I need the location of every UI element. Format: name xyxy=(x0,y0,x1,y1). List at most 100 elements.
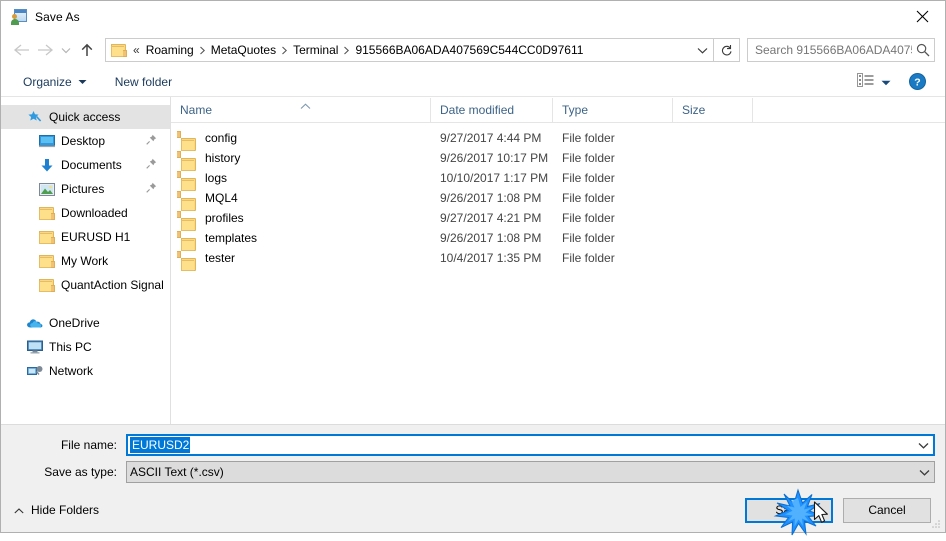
pin-icon[interactable] xyxy=(146,182,157,196)
breadcrumb-overflow[interactable]: « xyxy=(131,43,142,57)
table-row[interactable]: config 9/27/2017 4:44 PM File folder xyxy=(171,128,945,151)
sidebar-item-network[interactable]: Network xyxy=(1,359,170,383)
chevron-right-icon xyxy=(280,46,289,55)
address-bar[interactable]: « Roaming MetaQuotes Terminal 915566BA06… xyxy=(105,38,714,62)
sidebar-item-desktop[interactable]: Desktop xyxy=(1,129,170,153)
column-header-row: Name Date modified Type Size xyxy=(171,97,945,123)
list-view-icon xyxy=(857,73,874,90)
desktop-icon xyxy=(38,133,55,149)
cancel-button[interactable]: Cancel xyxy=(843,497,931,523)
dialog-footer: Hide Folders Save Cancel xyxy=(1,488,945,532)
recent-locations-button[interactable] xyxy=(57,38,75,62)
save-as-type-select[interactable]: ASCII Text (*.csv) xyxy=(126,461,935,483)
column-header-label: Size xyxy=(682,103,706,117)
file-date: 9/27/2017 4:44 PM xyxy=(440,131,542,145)
organize-button[interactable]: Organize xyxy=(15,72,95,92)
sidebar-item-label: This PC xyxy=(49,340,92,354)
sidebar-item-quick-access[interactable]: Quick access xyxy=(1,105,170,129)
refresh-button[interactable] xyxy=(714,38,740,62)
chevron-up-icon xyxy=(14,503,24,517)
hide-folders-label: Hide Folders xyxy=(31,503,100,517)
file-name-cell: profiles xyxy=(171,211,431,231)
chevron-right-icon xyxy=(198,46,207,55)
sidebar-item-label: EURUSD H1 xyxy=(61,230,131,244)
table-row[interactable]: MQL4 9/26/2017 1:08 PM File folder xyxy=(171,188,945,211)
sidebar-item-pictures[interactable]: Pictures xyxy=(1,177,170,201)
breadcrumb-item-3[interactable]: 915566BA06ADA407569C544CC0D97611 xyxy=(351,43,587,57)
new-folder-button[interactable]: New folder xyxy=(107,72,180,92)
address-dropdown-button[interactable] xyxy=(691,39,713,61)
organize-label: Organize xyxy=(23,74,72,89)
pin-icon[interactable] xyxy=(146,134,157,148)
title-bar: Save As xyxy=(1,1,945,33)
file-name-value[interactable]: EURUSD2 xyxy=(130,437,191,453)
file-type: File folder xyxy=(562,191,615,205)
onedrive-cloud-icon xyxy=(26,315,43,331)
file-date: 9/27/2017 4:21 PM xyxy=(440,211,542,225)
column-header-name[interactable]: Name xyxy=(171,98,431,122)
file-name-cell: logs xyxy=(171,171,431,191)
file-name: logs xyxy=(205,171,228,185)
table-row[interactable]: tester 10/4/2017 1:35 PM File folder xyxy=(171,248,945,271)
sidebar-item-label: Downloaded xyxy=(61,206,128,220)
chevron-down-icon[interactable] xyxy=(914,469,934,476)
file-type: File folder xyxy=(562,151,615,165)
sidebar-item-label: Pictures xyxy=(61,182,105,196)
sidebar-item-downloaded[interactable]: Downloaded xyxy=(1,201,170,225)
table-row[interactable]: profiles 9/27/2017 4:21 PM File folder xyxy=(171,208,945,231)
file-date: 9/26/2017 1:08 PM xyxy=(440,231,542,245)
search-box[interactable]: Search 915566BA06ADA40756... xyxy=(747,38,935,62)
column-header-date-modified[interactable]: Date modified xyxy=(431,98,553,122)
window-title: Save As xyxy=(35,10,80,24)
breadcrumb-item-1[interactable]: MetaQuotes xyxy=(207,43,280,57)
pin-icon[interactable] xyxy=(146,158,157,172)
table-row[interactable]: templates 9/26/2017 1:08 PM File folder xyxy=(171,228,945,251)
sidebar-item-this-pc[interactable]: This PC xyxy=(1,335,170,359)
sidebar-item-quantaction-signal[interactable]: QuantAction Signal xyxy=(1,273,170,297)
hide-folders-button[interactable]: Hide Folders xyxy=(14,503,99,517)
form-area: File name: EURUSD2 Save as type: ASCII T… xyxy=(1,424,945,488)
chevron-down-icon[interactable] xyxy=(913,442,933,449)
column-header-size[interactable]: Size xyxy=(673,98,753,122)
sidebar-item-label: QuantAction Signal xyxy=(61,278,164,292)
sidebar-item-eurusd-h1[interactable]: EURUSD H1 xyxy=(1,225,170,249)
column-header-label: Type xyxy=(562,103,589,117)
table-row[interactable]: history 9/26/2017 10:17 PM File folder xyxy=(171,148,945,171)
file-name-cell: templates xyxy=(171,231,431,251)
sidebar-item-label: My Work xyxy=(61,254,109,268)
dialog-body: Quick access Desktop Documents Pictures … xyxy=(1,97,945,424)
help-icon[interactable]: ? xyxy=(903,71,931,93)
table-row[interactable]: logs 10/10/2017 1:17 PM File folder xyxy=(171,168,945,191)
search-input[interactable]: Search 915566BA06ADA40756... xyxy=(748,43,912,57)
save-as-type-row: Save as type: ASCII Text (*.csv) xyxy=(1,461,945,483)
breadcrumb-item-2[interactable]: Terminal xyxy=(289,43,342,57)
sidebar-item-documents[interactable]: Documents xyxy=(1,153,170,177)
folder-icon xyxy=(38,253,55,269)
file-name-cell: history xyxy=(171,151,431,171)
file-name-row: File name: EURUSD2 xyxy=(1,434,945,456)
file-date: 9/26/2017 10:17 PM xyxy=(440,151,549,165)
file-list[interactable]: config 9/27/2017 4:44 PM File folder his… xyxy=(171,123,945,424)
new-folder-label: New folder xyxy=(114,74,173,89)
folder-icon xyxy=(38,277,55,293)
close-icon[interactable] xyxy=(899,1,945,32)
file-name: profiles xyxy=(205,211,244,225)
documents-download-icon xyxy=(38,157,55,173)
resize-grip-icon[interactable] xyxy=(930,518,942,530)
view-mode-button[interactable] xyxy=(851,71,897,92)
file-list-pane: Name Date modified Type Size config 9/27… xyxy=(171,97,945,424)
file-name-input[interactable]: EURUSD2 xyxy=(126,434,935,456)
sidebar-item-onedrive[interactable]: OneDrive xyxy=(1,311,170,335)
back-button[interactable] xyxy=(9,38,33,62)
up-button[interactable] xyxy=(75,38,99,62)
chevron-right-icon xyxy=(342,46,351,55)
sidebar-item-label: Desktop xyxy=(61,134,106,148)
save-button[interactable]: Save xyxy=(745,497,833,523)
file-name-cell: tester xyxy=(171,251,431,271)
column-header-type[interactable]: Type xyxy=(553,98,673,122)
breadcrumb-item-0[interactable]: Roaming xyxy=(142,43,198,57)
folder-icon xyxy=(111,43,127,57)
sidebar-item-my-work[interactable]: My Work xyxy=(1,249,170,273)
forward-button[interactable] xyxy=(33,38,57,62)
sidebar-item-label: OneDrive xyxy=(49,316,100,330)
